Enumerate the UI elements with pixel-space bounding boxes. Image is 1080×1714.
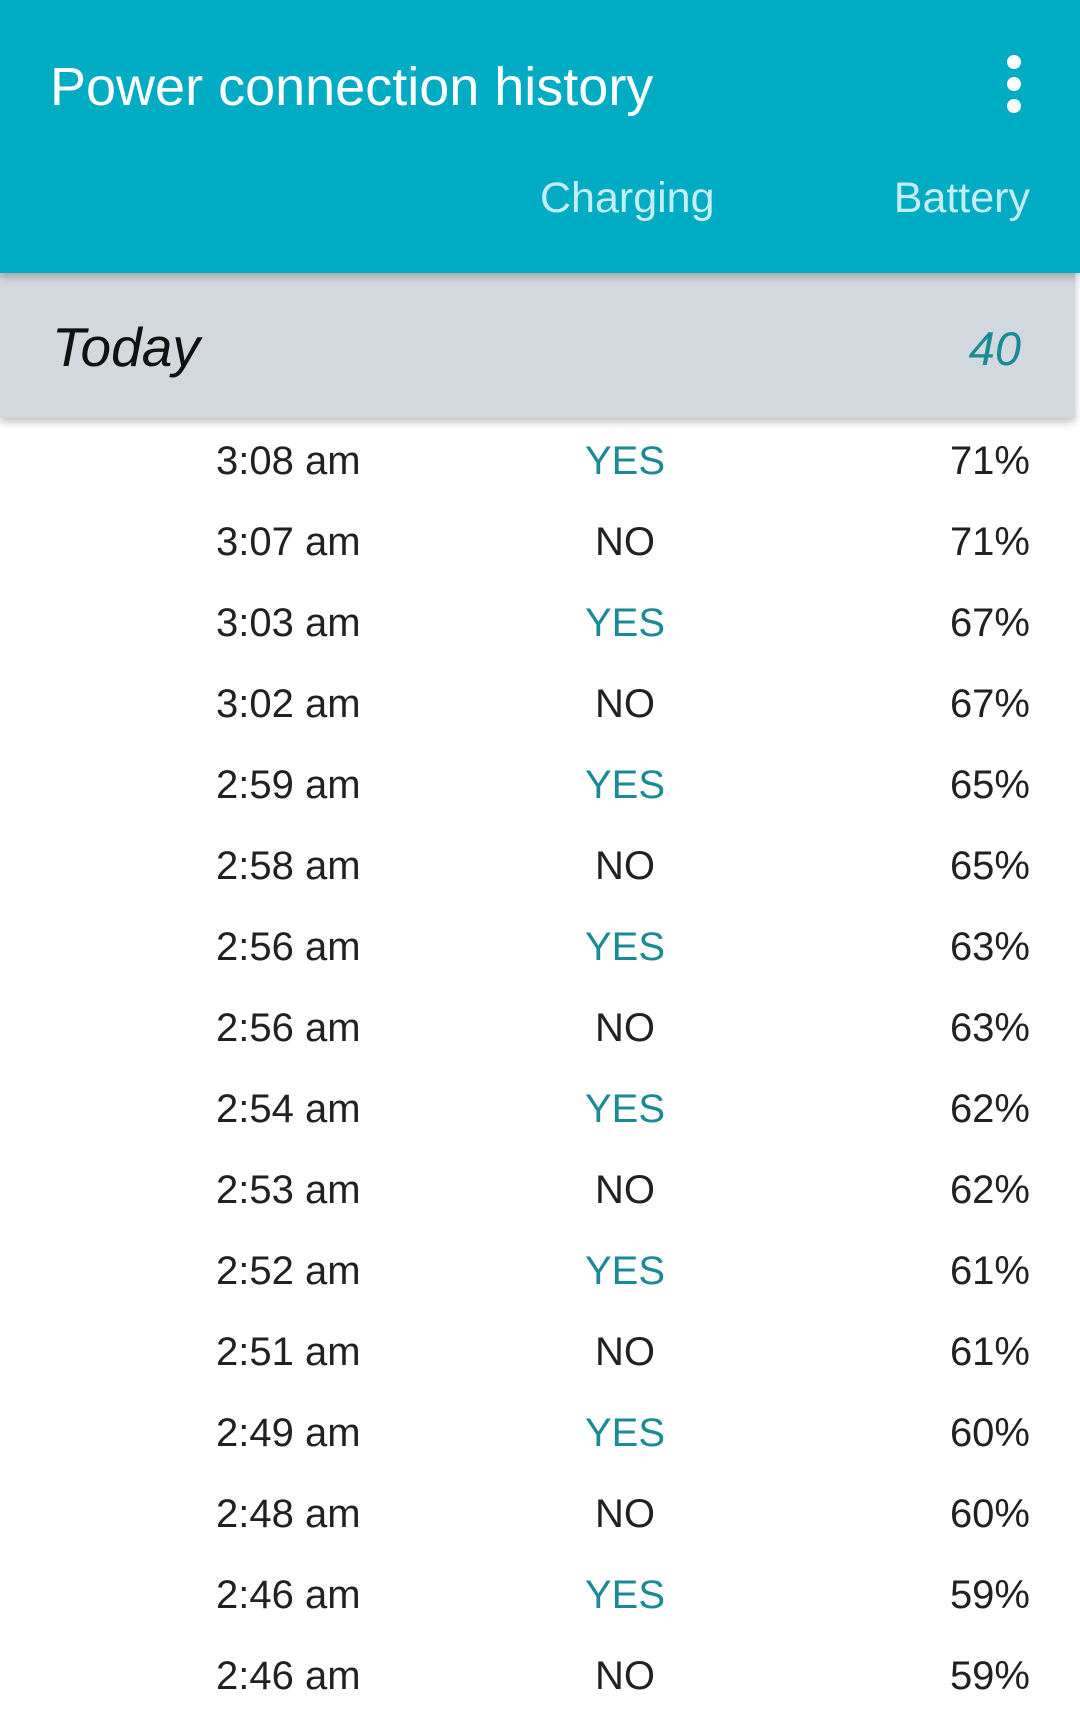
- list-item[interactable]: 2:52 am YES 61%: [0, 1228, 1080, 1309]
- list-item[interactable]: 2:49 am YES 60%: [0, 1390, 1080, 1471]
- list-item[interactable]: 2:58 am NO 65%: [0, 823, 1080, 904]
- row-charging-status: YES: [584, 925, 666, 969]
- row-time: 2:56 am: [216, 1006, 361, 1050]
- row-battery-level: 60%: [949, 1411, 1030, 1455]
- more-vert-icon[interactable]: [994, 55, 1034, 115]
- row-time: 3:03 am: [216, 601, 361, 645]
- row-battery-level: 61%: [949, 1249, 1030, 1293]
- row-battery-level: 62%: [949, 1087, 1030, 1131]
- list-item[interactable]: 2:59 am YES 65%: [0, 742, 1080, 823]
- column-header-charging: Charging: [540, 174, 715, 222]
- row-charging-status: YES: [584, 1573, 666, 1617]
- row-time: 2:52 am: [216, 1249, 361, 1293]
- list-item[interactable]: 2:56 am NO 63%: [0, 985, 1080, 1066]
- section-header-today[interactable]: Today 40: [0, 273, 1075, 418]
- row-charging-status: YES: [584, 439, 666, 483]
- app-bar: Power connection history Charging Batter…: [0, 0, 1080, 273]
- row-charging-status: NO: [595, 1330, 655, 1374]
- row-time: 2:51 am: [216, 1330, 361, 1374]
- list-item[interactable]: 2:46 am YES 59%: [0, 1552, 1080, 1633]
- list-item[interactable]: 3:08 am YES 71%: [0, 418, 1080, 499]
- row-battery-level: 71%: [949, 439, 1030, 483]
- row-time: 2:48 am: [216, 1492, 361, 1536]
- row-battery-level: 63%: [949, 925, 1030, 969]
- row-battery-level: 67%: [949, 682, 1030, 726]
- row-battery-level: 67%: [949, 601, 1030, 645]
- column-header-battery: Battery: [893, 174, 1030, 222]
- menu-dot: [1007, 99, 1021, 113]
- row-charging-status: NO: [595, 682, 655, 726]
- list-item[interactable]: 2:51 am NO 61%: [0, 1309, 1080, 1390]
- row-time: 2:56 am: [216, 925, 361, 969]
- section-count: 40: [968, 322, 1021, 375]
- row-time: 3:07 am: [216, 520, 361, 564]
- list-item[interactable]: 3:03 am YES 67%: [0, 580, 1080, 661]
- row-charging-status: YES: [584, 1411, 666, 1455]
- row-charging-status: NO: [595, 520, 655, 564]
- menu-dot: [1007, 55, 1021, 69]
- row-battery-level: 60%: [949, 1492, 1030, 1536]
- menu-dot: [1007, 77, 1021, 91]
- row-time: 2:58 am: [216, 844, 361, 888]
- list-item[interactable]: 2:56 am YES 63%: [0, 904, 1080, 985]
- list-item[interactable]: 2:46 am NO 59%: [0, 1633, 1080, 1714]
- row-time: 2:49 am: [216, 1411, 361, 1455]
- list-item[interactable]: 3:02 am NO 67%: [0, 661, 1080, 742]
- row-charging-status: NO: [595, 1654, 655, 1698]
- row-battery-level: 71%: [949, 520, 1030, 564]
- row-time: 2:59 am: [216, 763, 361, 807]
- row-time: 2:46 am: [216, 1654, 361, 1698]
- list-item[interactable]: 3:07 am NO 71%: [0, 499, 1080, 580]
- row-charging-status: YES: [584, 763, 666, 807]
- row-charging-status: YES: [584, 601, 666, 645]
- row-battery-level: 63%: [949, 1006, 1030, 1050]
- row-battery-level: 65%: [949, 844, 1030, 888]
- section-title: Today: [52, 316, 200, 378]
- row-charging-status: NO: [595, 1006, 655, 1050]
- row-battery-level: 65%: [949, 763, 1030, 807]
- row-time: 3:02 am: [216, 682, 361, 726]
- list-item[interactable]: 2:54 am YES 62%: [0, 1066, 1080, 1147]
- row-battery-level: 62%: [949, 1168, 1030, 1212]
- row-battery-level: 59%: [949, 1654, 1030, 1698]
- row-time: 2:53 am: [216, 1168, 361, 1212]
- history-list[interactable]: 3:08 am YES 71% 3:07 am NO 71% 3:03 am YES 67% 3:…: [0, 418, 1080, 1714]
- row-time: 2:46 am: [216, 1573, 361, 1617]
- row-battery-level: 61%: [949, 1330, 1030, 1374]
- list-item[interactable]: 2:48 am NO 60%: [0, 1471, 1080, 1552]
- row-time: 3:08 am: [216, 439, 361, 483]
- page-title: Power connection history: [50, 57, 654, 117]
- row-charging-status: YES: [584, 1087, 666, 1131]
- row-charging-status: YES: [584, 1249, 666, 1293]
- row-charging-status: NO: [595, 1168, 655, 1212]
- row-time: 2:54 am: [216, 1087, 361, 1131]
- row-charging-status: NO: [595, 1492, 655, 1536]
- row-battery-level: 59%: [949, 1573, 1030, 1617]
- row-charging-status: NO: [595, 844, 655, 888]
- list-item[interactable]: 2:53 am NO 62%: [0, 1147, 1080, 1228]
